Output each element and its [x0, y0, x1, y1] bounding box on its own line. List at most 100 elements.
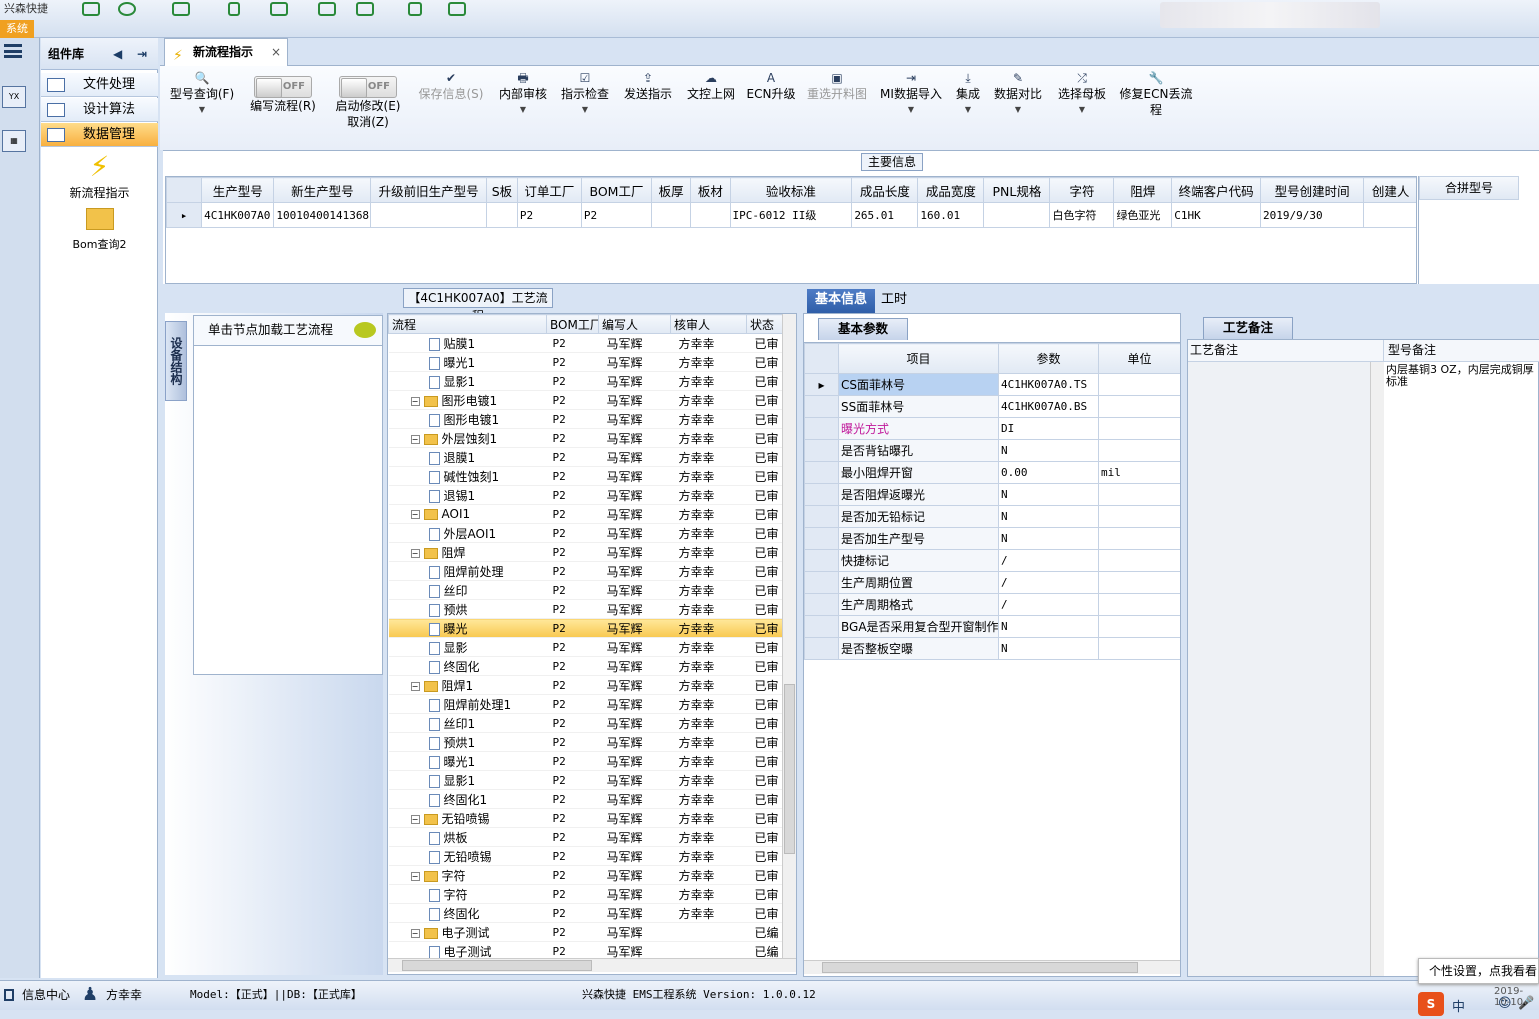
tab-basic-params[interactable]: 基本参数	[818, 318, 908, 340]
tree-row[interactable]: 显影1 P2 马军辉 方幸幸 已审	[388, 371, 782, 391]
menu-icon[interactable]	[4, 44, 22, 58]
close-icon[interactable]: ×	[271, 39, 281, 65]
ribbon-button-0[interactable]: 🔍 型号查询(F) ▼	[164, 66, 240, 146]
collapse-icon[interactable]: −	[410, 548, 420, 558]
param-value[interactable]: /	[998, 571, 1099, 594]
sidebar-item-algorithm[interactable]: 设计算法	[41, 98, 158, 122]
equipment-structure-tab[interactable]: 设备结构	[165, 321, 187, 401]
table-cell[interactable]	[690, 202, 731, 228]
calendar-icon[interactable]: ▦	[2, 130, 26, 152]
tree-node[interactable]: 预烘	[388, 599, 547, 619]
param-value[interactable]: /	[998, 593, 1099, 616]
tree-node[interactable]: − 字符	[388, 865, 547, 885]
sidebar-item-file[interactable]: 文件处理	[41, 73, 158, 97]
toggle-switch[interactable]: OFF	[254, 76, 312, 98]
doc-icon[interactable]	[448, 2, 466, 16]
table-cell[interactable]: P2	[580, 202, 653, 228]
param-value[interactable]: 4C1HK007A0.BS	[998, 395, 1099, 418]
tree-node[interactable]: 终固化	[388, 903, 547, 923]
param-value[interactable]: N	[998, 483, 1099, 506]
tree-node[interactable]: − 图形电镀1	[388, 390, 547, 410]
param-value[interactable]: N	[998, 527, 1099, 550]
tree-row[interactable]: 电子测试 P2 马军辉 已编	[388, 941, 782, 958]
column-header[interactable]: 创建人	[1363, 177, 1416, 203]
tree-row[interactable]: − 电子测试 P2 马军辉 已编	[388, 922, 782, 942]
process-notes-field[interactable]	[1188, 362, 1384, 976]
params-row[interactable]: 是否背钻曝孔 N	[804, 439, 1180, 462]
ribbon-button-1[interactable]: OFF 编写流程(R)	[244, 66, 322, 146]
table-cell[interactable]: 绿色亚光	[1113, 202, 1173, 228]
ribbon-button-5[interactable]: ☑ 指示检查 ▼	[556, 66, 614, 146]
table-cell[interactable]: P2	[516, 202, 582, 228]
flow-horizontal-scrollbar[interactable]	[388, 958, 796, 972]
sidebar-item-new-flow[interactable]: ⚡ 新流程指示	[41, 150, 158, 201]
tree-row[interactable]: 曝光1 P2 马军辉 方幸幸 已审	[388, 751, 782, 771]
tree-node[interactable]: 字符	[388, 884, 547, 904]
tree-row[interactable]: 外层AOI1 P2 马军辉 方幸幸 已审	[388, 523, 782, 543]
tree-node[interactable]: 电子测试	[388, 941, 547, 958]
tree-node[interactable]: 曝光1	[388, 352, 547, 372]
tree-row[interactable]: − AOI1 P2 马军辉 方幸幸 已审	[388, 504, 782, 524]
tree-node[interactable]: 显影1	[388, 371, 547, 391]
user-icon[interactable]	[408, 2, 422, 16]
table-cell[interactable]: IPC-6012 II级	[729, 202, 853, 228]
tree-row[interactable]: 无铅喷锡 P2 马军辉 方幸幸 已审	[388, 846, 782, 866]
tree-row[interactable]: 退锡1 P2 马军辉 方幸幸 已审	[388, 485, 782, 505]
tree-row[interactable]: 终固化1 P2 马军辉 方幸幸 已审	[388, 789, 782, 809]
param-value[interactable]: N	[998, 505, 1099, 528]
tree-node[interactable]: 显影1	[388, 770, 547, 790]
tree-row[interactable]: − 阻焊1 P2 马军辉 方幸幸 已审	[388, 675, 782, 695]
tree-node[interactable]: − 无铅喷锡	[388, 808, 547, 828]
sidebar-item-bom[interactable]: Bom查询2	[41, 208, 158, 252]
tree-node[interactable]: 显影	[388, 637, 547, 657]
param-value[interactable]: N	[998, 637, 1099, 660]
column-header[interactable]: 板厚	[651, 177, 692, 203]
model-notes-field[interactable]: 内层基铜3 OZ，内层完成铜厚 标准	[1386, 364, 1538, 388]
ribbon-button-11[interactable]: ⤓ 集成 ▼	[950, 66, 986, 146]
tree-node[interactable]: 退锡1	[388, 485, 547, 505]
tree-row[interactable]: 预烘 P2 马军辉 方幸幸 已审	[388, 599, 782, 619]
tree-node[interactable]: 贴膜1	[388, 333, 547, 353]
column-header[interactable]: 生产型号	[201, 177, 275, 203]
tree-row[interactable]: 贴膜1 P2 马军辉 方幸幸 已审	[388, 333, 782, 353]
collapse-icon[interactable]: −	[410, 396, 420, 406]
tree-node[interactable]: 预烘1	[388, 732, 547, 752]
table-cell[interactable]	[651, 202, 692, 228]
column-header[interactable]: 项目	[838, 343, 999, 374]
save-icon[interactable]	[270, 2, 288, 16]
params-row[interactable]: 最小阻焊开窗 0.00 mil	[804, 461, 1180, 484]
ribbon-button-14[interactable]: 🔧 修复ECN丢流程	[1116, 66, 1196, 146]
tree-row[interactable]: 碱性蚀刻1 P2 马军辉 方幸幸 已审	[388, 466, 782, 486]
tree-row[interactable]: 显影 P2 马军辉 方幸幸 已审	[388, 637, 782, 657]
ribbon-button-2[interactable]: OFF 启动修改(E) 取消(Z)	[326, 66, 410, 146]
collapse-icon[interactable]: −	[410, 681, 420, 691]
table-cell[interactable]	[983, 202, 1051, 228]
ribbon-button-8[interactable]: A ECN升级	[744, 66, 798, 146]
collapse-icon[interactable]: −	[410, 928, 420, 938]
ribbon-button-4[interactable]: 🖶 内部审核 ▼	[494, 66, 552, 146]
tree-node[interactable]: 烘板	[388, 827, 547, 847]
param-value[interactable]: DI	[998, 417, 1099, 440]
collapse-icon[interactable]: −	[410, 814, 420, 824]
tree-row[interactable]: 终固化 P2 马军辉 方幸幸 已审	[388, 656, 782, 676]
table-icon[interactable]	[356, 2, 374, 16]
table-cell[interactable]: 4C1HK007A0	[201, 202, 275, 228]
tree-node[interactable]: 碱性蚀刻1	[388, 466, 547, 486]
tree-row[interactable]: 显影1 P2 马军辉 方幸幸 已审	[388, 770, 782, 790]
column-header[interactable]: 编写人	[598, 314, 671, 334]
table-cell[interactable]: 2019/9/30	[1259, 202, 1365, 228]
tab-work-hours[interactable]: 工时	[873, 289, 915, 313]
param-value[interactable]: /	[998, 549, 1099, 572]
sidebar-item-data[interactable]: 数据管理	[41, 123, 158, 147]
column-header[interactable]: 订单工厂	[516, 177, 582, 203]
tree-node[interactable]: 图形电镀1	[388, 409, 547, 429]
tree-row[interactable]: 图形电镀1 P2 马军辉 方幸幸 已审	[388, 409, 782, 429]
params-row[interactable]: BGA是否采用复合型开窗制作 N	[804, 615, 1180, 638]
params-row[interactable]: 曝光方式 DI	[804, 417, 1180, 440]
microphone-icon[interactable]: 🎤	[1518, 996, 1534, 1011]
tree-row[interactable]: 曝光 P2 马军辉 方幸幸 已审	[388, 618, 782, 638]
column-header[interactable]: 流程	[388, 314, 547, 334]
column-header[interactable]: PNL规格	[983, 177, 1051, 203]
collapse-left-icon[interactable]: ◀	[113, 38, 122, 70]
flow-vertical-scrollbar[interactable]	[782, 314, 796, 958]
